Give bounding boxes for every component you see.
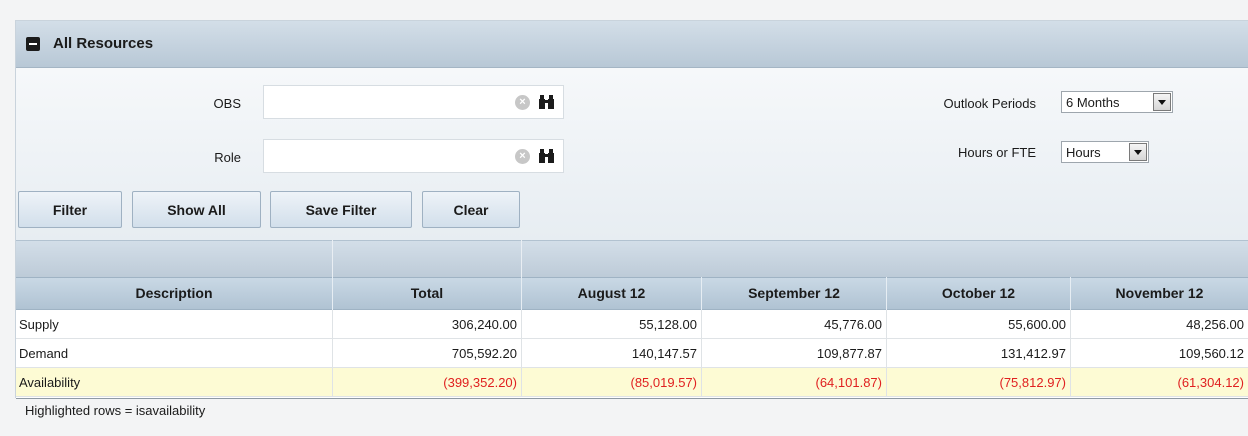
column-header-august-12[interactable]: August 12 — [522, 277, 702, 310]
collapse-icon[interactable] — [26, 37, 40, 51]
column-header-total[interactable]: Total — [333, 277, 522, 310]
obs-clear-icon[interactable]: × — [515, 95, 530, 110]
band-separator — [332, 240, 333, 277]
outlook-periods-select[interactable]: 6 Months — [1061, 91, 1173, 113]
row-august-12: 55,128.00 — [522, 310, 702, 339]
row-november-12: (61,304.12) — [1071, 368, 1248, 397]
row-total: 705,592.20 — [333, 339, 522, 368]
table-row[interactable]: Demand 705,592.20 140,147.57 109,877.87 … — [16, 339, 1248, 368]
column-header-description[interactable]: Description — [16, 277, 333, 310]
outlook-periods-value: 6 Months — [1066, 94, 1120, 110]
row-total: (399,352.20) — [333, 368, 522, 397]
row-august-12: 140,147.57 — [522, 339, 702, 368]
portlet-header: All Resources — [16, 21, 1248, 68]
outlook-periods-label: Outlook Periods — [943, 96, 1037, 111]
clear-button[interactable]: Clear — [422, 191, 520, 228]
row-november-12: 109,560.12 — [1071, 339, 1248, 368]
hours-or-fte-value: Hours — [1066, 144, 1101, 160]
band-separator — [521, 240, 522, 277]
hours-or-fte-select[interactable]: Hours — [1061, 141, 1149, 163]
save-filter-button[interactable]: Save Filter — [270, 191, 412, 228]
highlight-legend-footnote: Highlighted rows = isavailability — [25, 403, 206, 418]
row-october-12: 131,412.97 — [887, 339, 1071, 368]
grid-group-band — [16, 240, 1248, 277]
chevron-down-icon[interactable] — [1153, 93, 1171, 111]
table-row[interactable]: Supply 306,240.00 55,128.00 45,776.00 55… — [16, 310, 1248, 339]
row-description: Supply — [16, 310, 333, 339]
column-header-november-12[interactable]: November 12 — [1071, 277, 1248, 310]
obs-label: OBS — [213, 96, 241, 111]
row-october-12: (75,812.97) — [887, 368, 1071, 397]
hours-or-fte-label: Hours or FTE — [957, 145, 1036, 160]
chevron-down-icon[interactable] — [1129, 143, 1147, 161]
role-search-binoculars-icon[interactable] — [539, 149, 554, 163]
row-august-12: (85,019.57) — [522, 368, 702, 397]
all-resources-portlet: All Resources OBS × Role × Outlook Perio… — [15, 20, 1248, 399]
row-september-12: 109,877.87 — [702, 339, 887, 368]
row-september-12: 45,776.00 — [702, 310, 887, 339]
row-november-12: 48,256.00 — [1071, 310, 1248, 339]
role-clear-icon[interactable]: × — [515, 149, 530, 164]
row-total: 306,240.00 — [333, 310, 522, 339]
row-october-12: 55,600.00 — [887, 310, 1071, 339]
show-all-button[interactable]: Show All — [132, 191, 261, 228]
row-description: Demand — [16, 339, 333, 368]
role-label: Role — [214, 150, 241, 165]
column-header-october-12[interactable]: October 12 — [887, 277, 1071, 310]
row-september-12: (64,101.87) — [702, 368, 887, 397]
column-header-september-12[interactable]: September 12 — [702, 277, 887, 310]
grid-bottom-border — [16, 398, 1248, 399]
obs-search-binoculars-icon[interactable] — [539, 95, 554, 109]
table-row-highlighted[interactable]: Availability (399,352.20) (85,019.57) (6… — [16, 368, 1248, 397]
filter-button[interactable]: Filter — [18, 191, 122, 228]
portlet-title: All Resources — [53, 35, 154, 52]
row-description: Availability — [16, 368, 333, 397]
